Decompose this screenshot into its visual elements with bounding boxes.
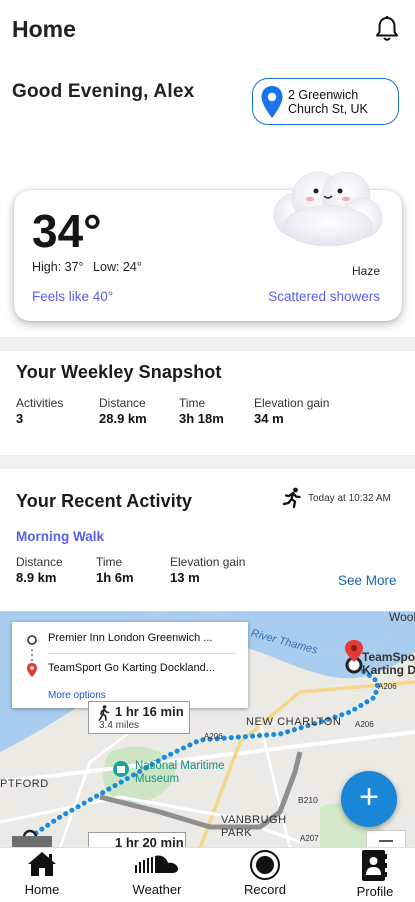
nav-home[interactable]: Home (10, 848, 74, 902)
location-chip[interactable]: 2 Greenwich Church St, UK (252, 78, 399, 125)
stat-label: Distance (16, 555, 63, 569)
activity-stat-time: Time 1h 6m (96, 555, 134, 585)
map-label-vanbrugh: VANBRUGH PARK (221, 814, 287, 840)
stat-value: 8.9 km (16, 570, 57, 585)
nav-label-home: Home (24, 882, 60, 897)
museum-label-line2: Museum (135, 773, 180, 785)
stat-activities: Activities 3 (16, 396, 63, 426)
map-label-road: B210 (298, 795, 318, 805)
activity-stat-elevation: Elevation gain 13 m (170, 555, 245, 585)
high-temp: High: 37° (32, 260, 84, 274)
feels-like: Feels like 40° (32, 289, 114, 304)
route-dots-icon (31, 649, 33, 661)
stat-value: 1h 6m (96, 570, 134, 585)
eta-callout[interactable]: 1 hr 16 min 3.4 miles (88, 701, 190, 734)
eta-time: 1 hr 16 min (115, 704, 184, 719)
activity-timestamp: Today at 10:32 AM (308, 492, 391, 504)
map-label-museum: National Maritime Museum (135, 760, 224, 786)
destination-label-line2: Karting D (362, 663, 415, 677)
location-line2: Church St, UK (288, 102, 368, 116)
high-low-temps: High: 37° Low: 24° (32, 260, 148, 274)
contact-book-icon (362, 850, 387, 881)
location-line1: 2 Greenwich (288, 88, 359, 102)
stat-label: Time (96, 555, 123, 569)
stat-label: Elevation gain (170, 555, 246, 569)
stat-label: Distance (99, 396, 146, 410)
cute-cloud-icon (273, 171, 383, 247)
map-label-road: A207 (300, 834, 319, 843)
app-header: Home (0, 0, 415, 62)
current-temperature: 34° (32, 205, 102, 257)
running-person-icon (282, 487, 301, 509)
destination-text[interactable]: TeamSport Go Karting Dockland... (48, 662, 215, 674)
stat-elevation: Elevation gain 34 m (254, 396, 329, 426)
origin-circle-icon (27, 635, 37, 645)
map-label-road: A206 (378, 682, 397, 691)
stat-label: Elevation gain (254, 396, 330, 410)
stat-value: 28.9 km (99, 411, 147, 426)
stat-value: 3h 18m (179, 411, 224, 426)
destination-pin-icon (27, 663, 37, 677)
vanbrugh-label-line1: VANBRUGH (221, 814, 287, 826)
map-label-deptford: PTFORD (0, 778, 49, 790)
stat-value: 34 m (254, 411, 284, 426)
weekly-snapshot-title: Your Weekley Snapshot (16, 362, 222, 382)
soundcloud-icon (135, 855, 178, 873)
map-label-road: A206 (204, 732, 223, 741)
stat-value: 3 (16, 411, 24, 426)
zoom-out-icon[interactable] (379, 840, 393, 842)
home-icon (28, 852, 56, 876)
directions-divider (48, 653, 236, 654)
map-label-new-charlton: NEW CHARLTON (246, 716, 342, 728)
stat-distance: Distance 28.9 km (99, 396, 147, 426)
plus-icon: + (359, 778, 379, 816)
weather-condition: Haze (351, 264, 380, 278)
map-label-road: A206 (355, 720, 374, 729)
museum-label-line1: National Maritime (135, 760, 225, 772)
more-options-link[interactable]: More options (48, 690, 106, 701)
bottom-navigation: Home Weather Record Profile (0, 847, 415, 902)
activity-name[interactable]: Morning Walk (16, 529, 104, 544)
nav-label-weather: Weather (132, 882, 182, 897)
eta-alternate-time: 1 hr 20 min (115, 835, 184, 847)
directions-panel[interactable]: Premier Inn London Greenwich ... TeamSpo… (12, 622, 248, 708)
stat-label: Time (179, 396, 206, 410)
map-pin-icon (261, 86, 283, 118)
vanbrugh-label-line2: PARK (221, 827, 253, 839)
nav-label-record: Record (244, 882, 286, 897)
nav-record[interactable]: Record (234, 848, 296, 902)
section-divider (0, 455, 415, 469)
see-more-link[interactable]: See More (338, 573, 397, 588)
eta-callout-alternate[interactable]: 1 hr 20 min (88, 832, 186, 847)
map-destination-label: TeamSpo Karting D (362, 651, 415, 677)
low-temp: Low: 24° (93, 260, 142, 274)
greeting-text: Good Evening, Alex (12, 81, 195, 102)
forecast-text: Scattered showers (268, 289, 380, 304)
activity-stat-distance: Distance 8.9 km (16, 555, 63, 585)
stat-label: Activities (16, 396, 64, 410)
record-icon (250, 850, 280, 880)
recent-activity-title: Your Recent Activity (16, 491, 193, 511)
nav-label-profile: Profile (356, 884, 394, 899)
location-text: 2 Greenwich Church St, UK (288, 88, 396, 116)
eta-distance: 3.4 miles (99, 720, 140, 731)
page-title: Home (12, 16, 76, 42)
stat-time: Time 3h 18m (179, 396, 224, 426)
walking-person-icon (98, 705, 110, 721)
section-divider (0, 337, 415, 351)
map-thumbnail[interactable] (12, 836, 52, 847)
map-zoom-control[interactable] (366, 830, 406, 847)
stat-value: 13 m (170, 570, 200, 585)
nav-weather[interactable]: Weather (120, 848, 194, 902)
activity-meta: Today at 10:32 AM (282, 486, 391, 510)
map-label-woolwich: Woolv (389, 611, 415, 624)
nav-profile[interactable]: Profile (346, 848, 404, 902)
bell-icon[interactable] (372, 14, 402, 44)
add-activity-button[interactable]: + (341, 771, 397, 827)
origin-text[interactable]: Premier Inn London Greenwich ... (48, 632, 212, 644)
